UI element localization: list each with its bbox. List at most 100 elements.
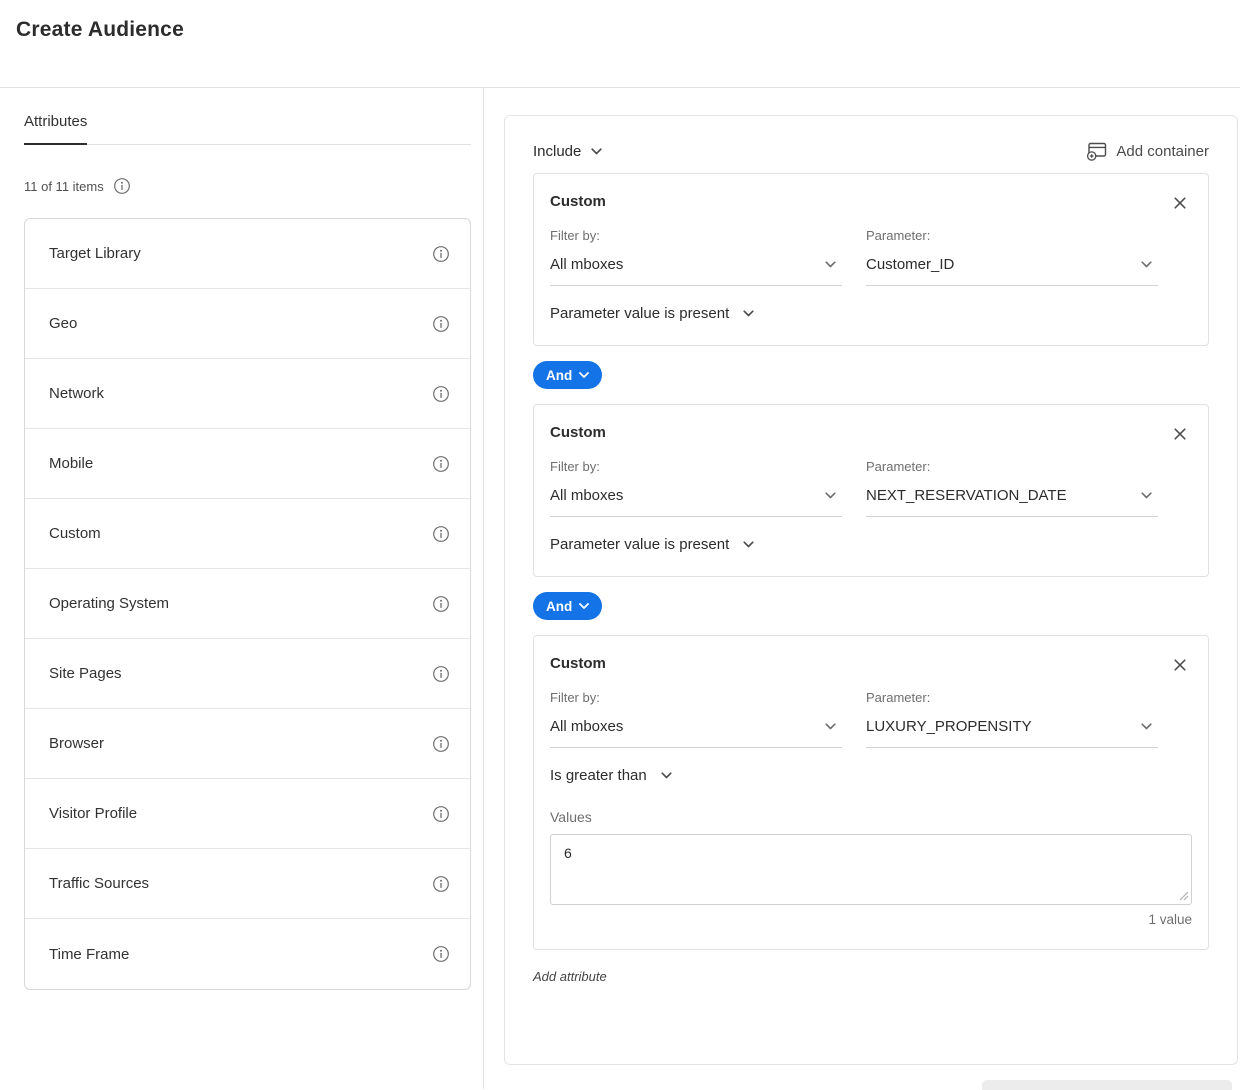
chevron-down-icon [579, 603, 589, 609]
parameter-field: Parameter: LUXURY_PROPENSITY [866, 690, 1192, 748]
parameter-dropdown[interactable]: Customer_ID [866, 255, 1158, 286]
parameter-value: NEXT_RESERVATION_DATE [866, 487, 1067, 504]
info-icon[interactable] [432, 665, 450, 683]
list-item-custom[interactable]: Custom [25, 499, 470, 569]
close-icon[interactable] [1168, 655, 1192, 675]
card-title: Custom [550, 424, 606, 441]
audience-builder-panel: Include Add container Custom Filter by: [484, 88, 1240, 1089]
list-item-site-pages[interactable]: Site Pages [25, 639, 470, 709]
tab-attributes[interactable]: Attributes [24, 113, 87, 145]
condition-operator-dropdown[interactable]: Is greater than [550, 767, 672, 784]
card-fields: Filter by: All mboxes Parameter: NEXT_RE… [550, 459, 1192, 517]
list-item-label: Geo [49, 315, 77, 332]
filter-by-field: Filter by: All mboxes [550, 228, 866, 286]
and-operator-label: And [546, 368, 572, 383]
card-header: Custom [550, 655, 1192, 675]
info-icon[interactable] [432, 455, 450, 473]
card-fields: Filter by: All mboxes Parameter: LUXURY_… [550, 690, 1192, 748]
list-item-visitor-profile[interactable]: Visitor Profile [25, 779, 470, 849]
chevron-down-icon [1141, 723, 1152, 730]
filter-by-label: Filter by: [550, 228, 866, 243]
info-icon[interactable] [432, 245, 450, 263]
chevron-down-icon [825, 261, 836, 268]
page-title: Create Audience [16, 18, 1224, 42]
parameter-dropdown[interactable]: LUXURY_PROPENSITY [866, 717, 1158, 748]
parameter-field: Parameter: NEXT_RESERVATION_DATE [866, 459, 1192, 517]
close-icon[interactable] [1168, 193, 1192, 213]
attributes-list: Target Library Geo Network Mobile Custom… [24, 218, 471, 990]
list-item-label: Custom [49, 525, 101, 542]
card-header: Custom [550, 193, 1192, 213]
condition-operator-value: Parameter value is present [550, 305, 729, 322]
filter-by-label: Filter by: [550, 690, 866, 705]
condition-operator-value: Is greater than [550, 767, 647, 784]
and-operator-label: And [546, 599, 572, 614]
and-operator-button[interactable]: And [533, 361, 602, 389]
filter-by-value: All mboxes [550, 256, 623, 273]
chevron-down-icon [661, 772, 672, 779]
filter-by-value: All mboxes [550, 718, 623, 735]
list-item-target-library[interactable]: Target Library [25, 219, 470, 289]
info-icon[interactable] [432, 735, 450, 753]
card-title: Custom [550, 655, 606, 672]
parameter-label: Parameter: [866, 690, 1192, 705]
parameter-label: Parameter: [866, 228, 1192, 243]
parameter-dropdown[interactable]: NEXT_RESERVATION_DATE [866, 486, 1158, 517]
card-header: Custom [550, 424, 1192, 444]
chevron-down-icon [825, 492, 836, 499]
add-container-button[interactable]: Add container [1086, 142, 1209, 161]
parameter-field: Parameter: Customer_ID [866, 228, 1192, 286]
info-icon[interactable] [432, 595, 450, 613]
main-layout: Attributes 11 of 11 items Target Library… [0, 88, 1240, 1089]
filter-by-dropdown[interactable]: All mboxes [550, 255, 842, 286]
parameter-value: LUXURY_PROPENSITY [866, 718, 1032, 735]
values-input-wrap [550, 834, 1192, 905]
info-icon[interactable] [432, 315, 450, 333]
close-icon[interactable] [1168, 424, 1192, 444]
filter-by-value: All mboxes [550, 487, 623, 504]
list-item-mobile[interactable]: Mobile [25, 429, 470, 499]
include-dropdown[interactable]: Include [533, 143, 602, 160]
info-icon[interactable] [432, 385, 450, 403]
condition-operator-dropdown[interactable]: Parameter value is present [550, 536, 754, 553]
info-icon[interactable] [432, 525, 450, 543]
attributes-panel: Attributes 11 of 11 items Target Library… [0, 88, 484, 1089]
include-container: Include Add container Custom Filter by: [504, 115, 1238, 1065]
list-item-label: Operating System [49, 595, 169, 612]
list-item-operating-system[interactable]: Operating System [25, 569, 470, 639]
list-item-label: Visitor Profile [49, 805, 137, 822]
values-label: Values [550, 809, 1192, 825]
list-item-network[interactable]: Network [25, 359, 470, 429]
list-item-label: Browser [49, 735, 104, 752]
values-section: Values 1 value [550, 809, 1192, 927]
info-icon[interactable] [432, 875, 450, 893]
filter-by-dropdown[interactable]: All mboxes [550, 717, 842, 748]
chevron-down-icon [743, 310, 754, 317]
info-icon[interactable] [432, 805, 450, 823]
list-item-time-frame[interactable]: Time Frame [25, 919, 470, 989]
items-count-text: 11 of 11 items [24, 179, 104, 194]
list-item-traffic-sources[interactable]: Traffic Sources [25, 849, 470, 919]
condition-operator-dropdown[interactable]: Parameter value is present [550, 305, 754, 322]
include-header-row: Include Add container [533, 142, 1209, 161]
list-item-label: Target Library [49, 245, 141, 262]
card-title: Custom [550, 193, 606, 210]
values-input[interactable] [550, 834, 1192, 905]
items-count-info-icon[interactable] [113, 177, 131, 195]
condition-card-2: Custom Filter by: All mboxes Parameter: [533, 404, 1209, 577]
chevron-down-icon [1141, 492, 1152, 499]
chevron-down-icon [579, 372, 589, 378]
list-item-browser[interactable]: Browser [25, 709, 470, 779]
parameter-label: Parameter: [866, 459, 1192, 474]
add-attribute-hint: Add attribute [533, 969, 1209, 984]
add-container-icon [1086, 142, 1107, 161]
card-fields: Filter by: All mboxes Parameter: Custome… [550, 228, 1192, 286]
chevron-down-icon [591, 148, 602, 155]
list-item-geo[interactable]: Geo [25, 289, 470, 359]
info-icon[interactable] [432, 945, 450, 963]
and-operator-button[interactable]: And [533, 592, 602, 620]
filter-by-dropdown[interactable]: All mboxes [550, 486, 842, 517]
chevron-down-icon [825, 723, 836, 730]
add-container-label: Add container [1116, 143, 1209, 160]
partial-bottom-bar [982, 1080, 1232, 1090]
